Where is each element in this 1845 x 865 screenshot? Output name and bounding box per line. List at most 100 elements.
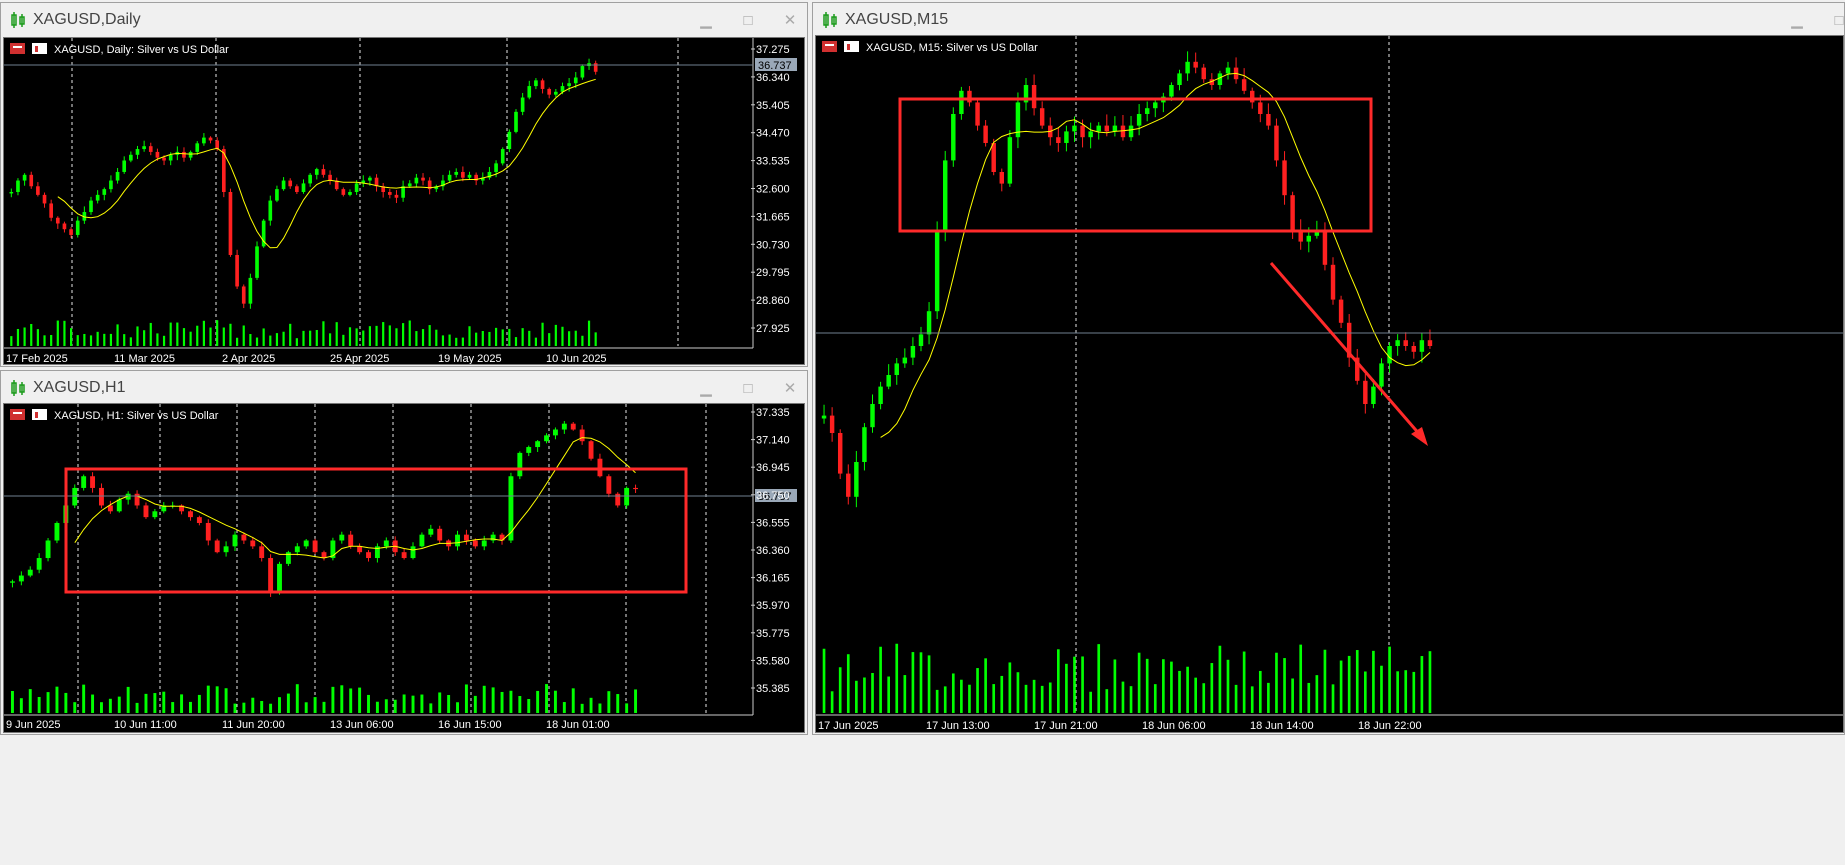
minimize-icon[interactable]: ▁ [697,379,715,397]
candle-body [624,487,630,506]
candle-body [42,194,47,204]
candle-body [188,151,193,158]
chart-canvas[interactable]: 36.737 37.275 36.340 35.405 34.470 33.535 32.… [4,38,804,364]
candle-body [520,97,525,112]
chart-properties-icon[interactable] [822,41,837,52]
candle-body [918,334,924,346]
candle-body [1427,340,1433,346]
chart-type-icon[interactable] [32,43,47,54]
window-titlebar[interactable]: XAGUSD,Daily ▁ □ ✕ [1,3,807,37]
candle-body [500,149,505,164]
window-titlebar[interactable]: XAGUSD,H1 ▁ □ ✕ [1,371,807,405]
candle-body [1379,363,1384,387]
candle-body [75,220,80,235]
y-tick-label: 36.360 [756,545,790,557]
candle-body [540,80,545,89]
chart-properties-icon[interactable] [10,409,25,420]
candle-body [1144,108,1150,114]
candle-body [455,534,460,547]
candle-body [579,429,585,442]
candle-body [401,186,405,198]
candle-body [554,91,558,95]
candle-body [49,203,53,218]
range-highlight-box [898,97,1373,233]
candle-body [606,476,612,494]
candle-body [122,160,127,172]
candle-body [419,534,425,547]
candle-body [481,540,487,547]
chart-type-icon-bar [35,46,38,52]
chart-type-icon[interactable] [844,41,859,52]
candle-body [143,505,149,518]
y-tick-label: 30.730 [756,239,790,251]
candle-body [268,558,274,594]
minimize-icon[interactable]: ▁ [1788,11,1806,29]
candle-body [9,192,14,194]
candle-body [526,447,532,453]
candle-body [208,137,213,141]
candle-body [1120,125,1126,138]
chart-canvas[interactable]: 36.737 37.33537.14036.94536.75036.55536.… [4,404,804,732]
candle-body [894,363,899,375]
moving-average-line [880,72,1431,438]
candle-body [573,77,578,84]
candle-body [99,487,104,506]
candle-body [401,552,407,559]
candle-body [29,174,34,187]
x-tick-label: 2 Apr 2025 [222,353,275,364]
y-tick-label: 35.775 [756,628,790,640]
candle-body [294,546,300,553]
candle-body [593,63,598,72]
close-icon[interactable]: ✕ [781,11,799,29]
candle-body [991,143,996,172]
y-tick-label: 37.140 [756,435,790,447]
candle-body [115,171,120,181]
chart-window-icon [11,380,25,396]
chart-window-daily[interactable]: XAGUSD,Daily ▁ □ ✕ 36.737 37.275 36.340 35… [0,2,808,367]
candle-body [214,540,220,553]
x-tick-label: 10 Jun 11:00 [114,719,177,731]
candle-body [1112,125,1118,132]
chart-window-m15[interactable]: XAGUSD,M15 ▁ □ 17 Jun 2025 17 Jun 13:00 17… [812,2,1845,735]
y-tick-label: 37.275 [756,44,790,56]
window-titlebar[interactable]: XAGUSD,M15 ▁ □ [813,3,1844,37]
candle-body [983,125,988,143]
chart-area[interactable]: 36.737 37.275 36.340 35.405 34.470 33.535 32.… [3,37,805,365]
maximize-icon[interactable]: □ [739,12,757,29]
chart-symbol-label: XAGUSD, M15: Silver vs US Dollar [866,42,1038,54]
chart-properties-icon-line [13,412,22,414]
x-tick-label: 16 Jun 15:00 [438,719,502,731]
chart-area[interactable]: 36.737 37.335 37.140 36.945 36.750 36.555 36.… [3,403,805,733]
current-price-label: 36.737 [758,60,792,72]
close-icon[interactable]: ✕ [781,379,799,397]
x-tick-label: 11 Mar 2025 [114,353,175,364]
maximize-icon[interactable]: □ [739,380,757,397]
candle-body [45,540,51,559]
candle-body [1250,90,1255,103]
candle-body [1330,264,1336,300]
chart-canvas[interactable]: 17 Jun 2025 17 Jun 13:00 17 Jun 21:00 18 Ju… [816,36,1843,732]
candle-body [454,171,459,175]
candle-body [837,433,843,474]
candle-body [155,151,160,158]
candle-body [902,357,908,364]
candle-body [1056,137,1061,143]
x-tick-label: 18 Jun 22:00 [1358,720,1422,732]
candle-body [527,86,532,98]
window-title: XAGUSD,H1 [33,379,126,396]
minimize-icon[interactable]: ▁ [697,11,715,29]
chart-area[interactable]: 17 Jun 2025 17 Jun 13:00 17 Jun 21:00 18 Ju… [815,35,1844,733]
candle-body [89,200,93,213]
candle-body [1403,340,1408,346]
candle-body [1096,125,1101,132]
maximize-icon[interactable]: □ [1830,12,1845,29]
candle-body [999,172,1004,184]
candle-body [1153,102,1158,109]
x-tick-label: 9 Jun 2025 [6,719,60,731]
y-tick-label: 31.665 [756,211,790,223]
chart-window-h1[interactable]: XAGUSD,H1 ▁ □ ✕ 36.737 37.335 37.140 36.94… [0,370,808,735]
candle-body [437,528,443,541]
chart-properties-icon[interactable] [10,43,25,54]
chart-window-icon [11,12,25,28]
chart-type-icon[interactable] [32,409,47,420]
